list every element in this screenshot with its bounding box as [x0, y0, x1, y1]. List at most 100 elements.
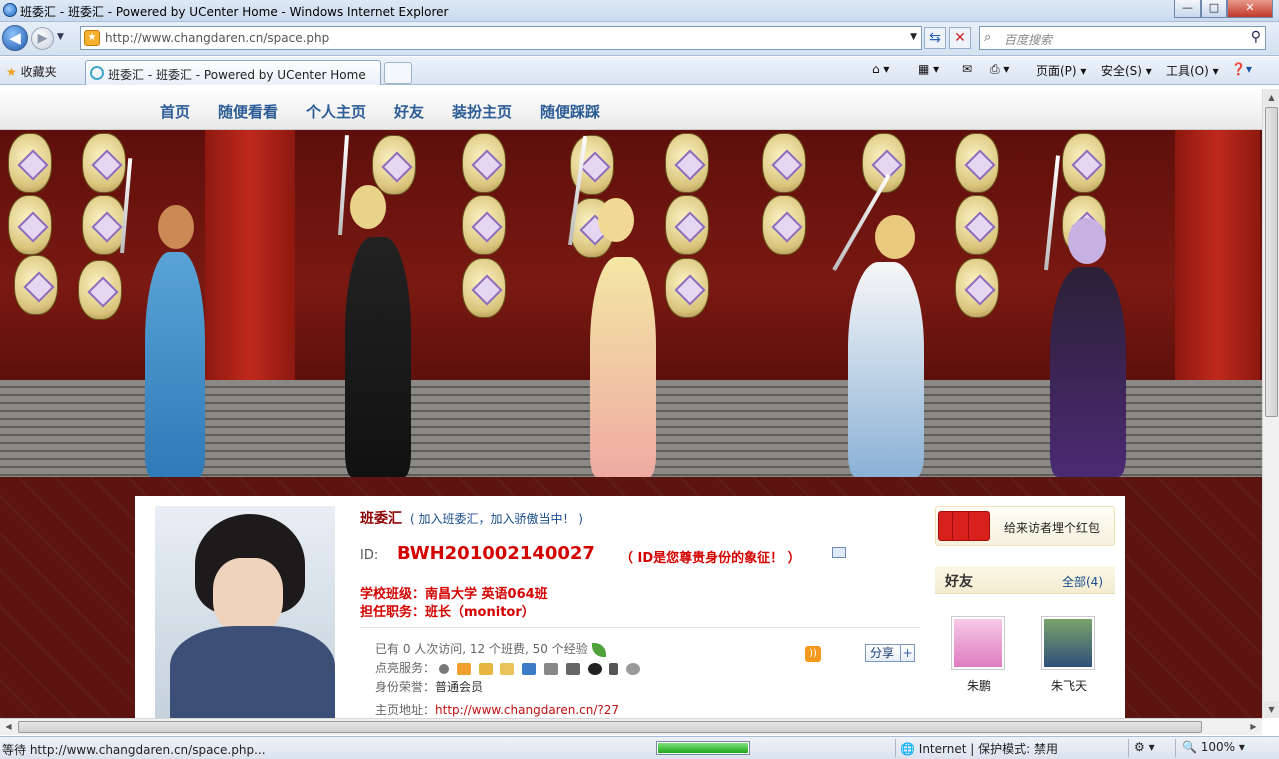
message-icon[interactable] — [543, 662, 558, 675]
lantern — [665, 258, 709, 318]
search-icon[interactable]: ⚲ — [1251, 29, 1261, 45]
stop-button[interactable]: ✕ — [949, 27, 971, 49]
maximize-button[interactable]: □ — [1201, 0, 1227, 18]
status-separator — [1175, 739, 1176, 757]
leaf-icon — [591, 642, 606, 657]
lantern — [462, 258, 506, 318]
friend-avatar[interactable] — [1041, 616, 1095, 670]
profile-section: 班委汇 ( 加入班委汇，加入骄傲当中！ ) ID: BWH20100214002… — [0, 477, 1262, 718]
search-provider-icon: ⌕ — [984, 30, 992, 45]
lantern — [462, 133, 506, 193]
page-menu[interactable]: 页面(P) ▾ — [1036, 62, 1086, 79]
address-dropdown-icon[interactable]: ▼ — [910, 32, 917, 42]
search-input[interactable]: ⌕ 百度搜索 ⚲ — [979, 26, 1266, 50]
figure-white — [848, 262, 924, 477]
refresh-button[interactable]: ⇆ — [924, 27, 946, 49]
progress-fill — [658, 743, 748, 753]
scroll-down-icon[interactable]: ▼ — [1264, 701, 1279, 718]
forward-button[interactable]: ▶ — [31, 27, 54, 50]
profile-panel: 班委汇 ( 加入班委汇，加入骄傲当中！ ) ID: BWH20100214002… — [135, 496, 1125, 718]
zone-text: Internet | 保护模式: 禁用 — [918, 742, 1058, 756]
status-separator — [1128, 739, 1129, 757]
nav-item-browse[interactable]: 随便看看 — [218, 101, 278, 122]
profile-card-icon[interactable] — [500, 662, 515, 675]
lantern — [955, 258, 999, 318]
horizontal-scroll-thumb[interactable] — [18, 721, 1202, 733]
group-icon[interactable] — [626, 662, 641, 675]
banner-pillar — [205, 130, 295, 400]
address-toolbar: ◀ ▶ ▼ ★ http://www.changdaren.cn/space.p… — [0, 22, 1279, 56]
nav-item-decorate[interactable]: 装扮主页 — [452, 101, 512, 122]
homepage-line: 主页地址：http://www.changdaren.cn/?27 — [375, 701, 619, 718]
nav-item-friends[interactable]: 好友 — [394, 101, 424, 122]
vertical-scrollbar[interactable]: ▲ ▼ — [1262, 89, 1279, 718]
mobile-icon[interactable] — [609, 662, 619, 675]
ie-app-icon — [3, 3, 17, 17]
camera-icon[interactable] — [522, 662, 537, 675]
minimize-button[interactable]: — — [1174, 0, 1201, 18]
friend-name[interactable]: 朱飞天 — [1041, 677, 1097, 694]
avatar-face — [213, 558, 283, 636]
addons-icon[interactable]: ⚙ ▾ — [1134, 740, 1155, 754]
scroll-right-icon[interactable]: ▶ — [1245, 719, 1262, 735]
share-button[interactable]: 分享 + — [865, 644, 915, 662]
zoom-icon: 🔍 — [1182, 740, 1197, 754]
stats-line: 已有 0 人次访问, 12 个班费, 50 个经验 — [375, 640, 606, 657]
scroll-left-icon[interactable]: ◀ — [0, 719, 17, 735]
id-card-icon[interactable] — [832, 547, 846, 558]
mail-icon[interactable]: ✉ — [962, 62, 972, 76]
scroll-up-icon[interactable]: ▲ — [1264, 89, 1279, 106]
friend-item[interactable]: 朱鹏 — [951, 616, 1007, 694]
browser-tab[interactable]: 班委汇 - 班委汇 - Powered by UCenter Home — [85, 60, 381, 85]
safety-menu[interactable]: 安全(S) ▾ — [1101, 62, 1152, 79]
friend-item[interactable]: 朱飞天 — [1041, 616, 1097, 694]
recent-pages-dropdown-icon[interactable]: ▼ — [57, 32, 64, 42]
page-viewport: 首页 随便看看 个人主页 好友 装扮主页 随便踩踩 班委汇 (加入班委汇，加入… — [0, 89, 1262, 718]
favorites-button[interactable]: ★ 收藏夹 — [6, 63, 57, 80]
friends-title: 好友 — [945, 574, 973, 590]
help-icon[interactable]: ❓▾ — [1231, 62, 1252, 76]
zoom-control[interactable]: 🔍 100% ▾ — [1182, 740, 1245, 754]
figure-yellow — [590, 257, 656, 477]
profile-avatar — [155, 506, 335, 718]
profile-name[interactable]: 班委汇 — [360, 508, 402, 528]
horizontal-scrollbar[interactable]: ◀ ▶ — [0, 718, 1262, 735]
friend-name[interactable]: 朱鹏 — [951, 677, 1007, 694]
join-link[interactable]: ( 加入班委汇，加入骄傲当中！ ) — [410, 510, 583, 527]
lantern — [8, 195, 52, 255]
rss-icon[interactable]: )) — [805, 646, 821, 662]
red-packet-button[interactable]: 给来访者埋个红包 — [935, 506, 1115, 546]
print-icon[interactable]: ⎙ ▾ — [990, 62, 1009, 77]
id-label: ID: — [360, 548, 379, 563]
nav-item-my-home[interactable]: 个人主页 — [306, 101, 366, 122]
lantern — [955, 195, 999, 255]
nav-item-random-visit[interactable]: 随便踩踩 — [540, 101, 600, 122]
services-label: 点亮服务： — [375, 661, 436, 675]
id-value: BWH201002140027 — [397, 543, 595, 564]
red-envelope-icon — [968, 511, 990, 541]
friend-avatar[interactable] — [951, 616, 1005, 670]
back-button[interactable]: ◀ — [2, 25, 28, 51]
close-button[interactable]: ✕ — [1227, 0, 1273, 18]
vertical-scroll-thumb[interactable] — [1265, 107, 1278, 417]
card-icon[interactable] — [478, 662, 493, 675]
home-icon[interactable]: ⌂ ▾ — [872, 62, 889, 76]
lantern — [1062, 133, 1106, 193]
figure-head — [1068, 218, 1106, 264]
banner-pillar — [1175, 130, 1260, 400]
page-menu-label: 页面(P) — [1036, 64, 1077, 78]
address-url[interactable]: http://www.changdaren.cn/space.php — [105, 31, 329, 45]
feeds-icon[interactable]: ▦ ▾ — [918, 62, 939, 76]
address-field[interactable]: ★ http://www.changdaren.cn/space.php ▼ — [80, 26, 922, 50]
friends-all-link[interactable]: 全部(4) — [1062, 573, 1103, 590]
nav-item-home[interactable]: 首页 — [160, 101, 190, 122]
home-service-icon[interactable] — [456, 662, 471, 675]
lantern — [762, 133, 806, 193]
tools-menu[interactable]: 工具(O) ▾ — [1166, 62, 1219, 79]
qq-icon[interactable] — [587, 662, 602, 675]
new-tab-button[interactable] — [384, 62, 412, 84]
diamond-icon[interactable] — [438, 663, 449, 674]
video-icon[interactable] — [565, 662, 580, 675]
homepage-link[interactable]: http://www.changdaren.cn/?27 — [435, 703, 619, 717]
zone-indicator[interactable]: 🌐 Internet | 保护模式: 禁用 — [900, 740, 1058, 757]
